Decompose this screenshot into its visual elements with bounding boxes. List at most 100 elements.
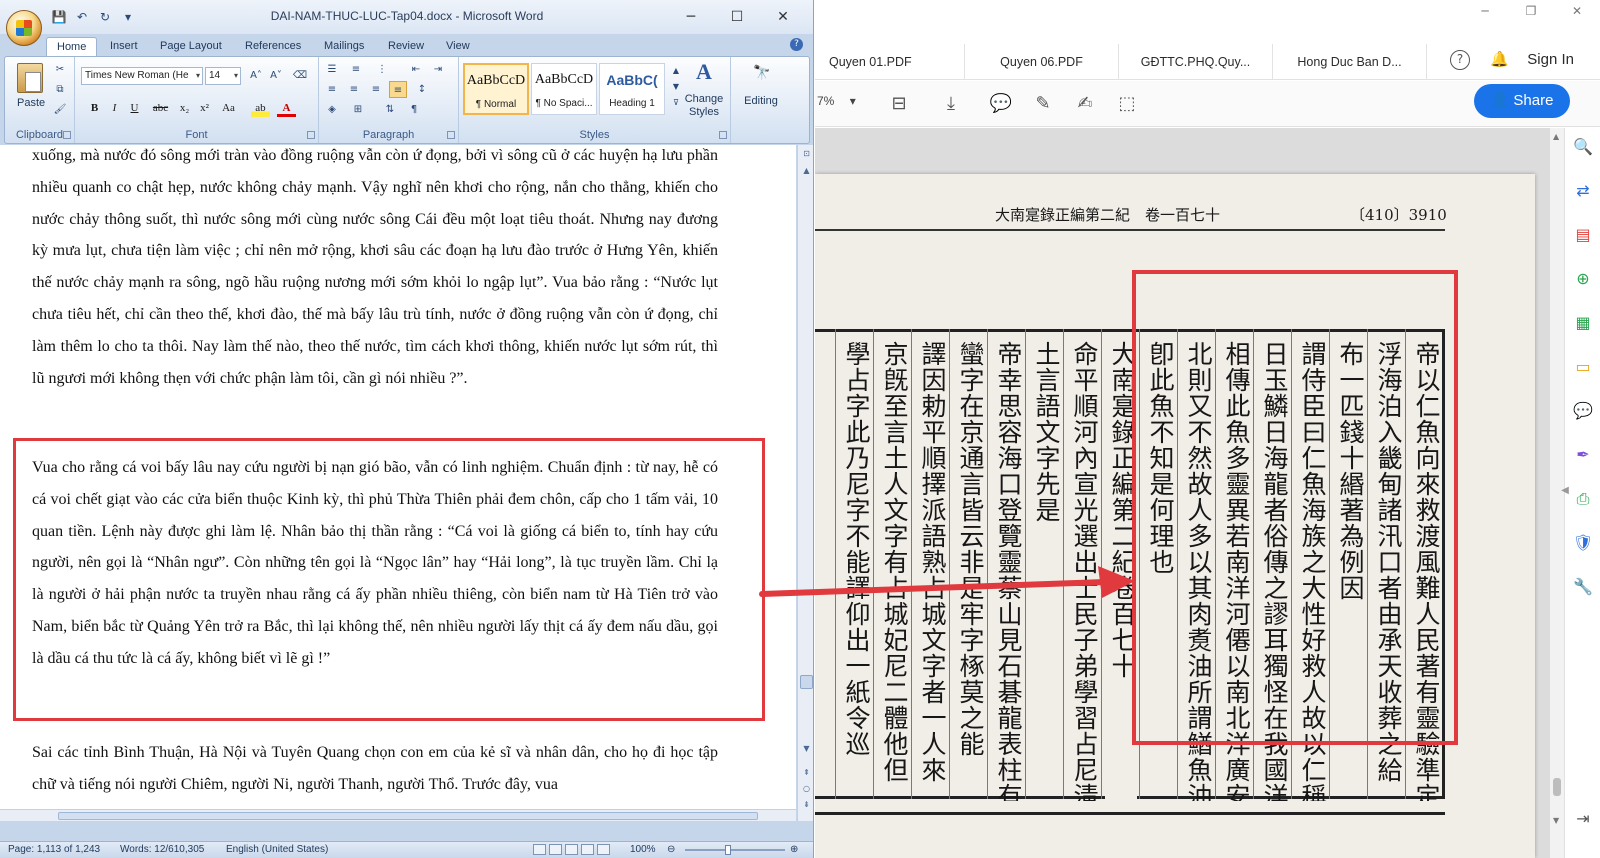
change-styles-icon[interactable]: A xyxy=(691,61,717,89)
scroll-thumb[interactable] xyxy=(58,812,758,820)
underline-icon[interactable]: U xyxy=(125,99,144,117)
align-right-icon[interactable]: ≡ xyxy=(367,81,385,98)
draw-icon[interactable]: ✍ xyxy=(1073,92,1097,116)
doc-tab[interactable]: Quyen 06.PDF xyxy=(965,44,1119,80)
style-no-spacing[interactable]: AaBbCcD ¶ No Spaci... xyxy=(531,63,597,115)
help-icon[interactable]: ? xyxy=(790,38,803,51)
show-hide-icon[interactable]: ¶ xyxy=(405,101,423,118)
zoom-level[interactable]: 100% xyxy=(630,844,656,855)
doc-tab[interactable]: Quyen 01.PDF xyxy=(815,44,965,80)
export-pdf-icon[interactable]: ⇄ xyxy=(1572,180,1594,202)
scroll-thumb[interactable] xyxy=(1553,778,1561,796)
outline-icon[interactable] xyxy=(581,844,594,855)
scroll-down-icon[interactable]: ▼ xyxy=(801,743,812,754)
close-icon[interactable]: ✕ xyxy=(760,4,806,30)
change-case-icon[interactable]: Aa xyxy=(219,99,238,117)
more-tools-icon[interactable]: 🔧 xyxy=(1572,576,1594,598)
page-count[interactable]: Page: 1,113 of 1,243 xyxy=(8,844,100,855)
style-normal[interactable]: AaBbCcD ¶ Normal xyxy=(463,63,529,115)
fit-page-icon[interactable]: ⊟ xyxy=(887,92,911,116)
sign-in-button[interactable]: Sign In xyxy=(1527,51,1574,68)
zoom-field[interactable]: 7% ▾ xyxy=(817,94,856,108)
cut-icon[interactable]: ✂ xyxy=(51,61,69,78)
download-icon[interactable]: ⤓ xyxy=(939,92,963,116)
borders-icon[interactable]: ⊞ xyxy=(349,101,367,118)
share-button[interactable]: 👤 Share xyxy=(1474,84,1570,118)
editing-button[interactable]: Editing xyxy=(735,95,787,108)
bell-icon[interactable]: 🔔 xyxy=(1490,50,1509,70)
fill-sign-icon[interactable]: ✒ xyxy=(1572,444,1594,466)
edit-pdf-icon[interactable]: ▦ xyxy=(1572,312,1594,334)
protect-icon[interactable]: 🛡 xyxy=(1572,532,1594,554)
combine-files-icon[interactable]: ▭ xyxy=(1572,356,1594,378)
zoom-slider[interactable] xyxy=(685,845,785,855)
full-screen-reading-icon[interactable] xyxy=(549,844,562,855)
grow-font-icon[interactable]: A˄ xyxy=(247,67,265,84)
tab-page-layout[interactable]: Page Layout xyxy=(150,37,232,56)
bold-icon[interactable]: B xyxy=(85,99,104,117)
zoom-out-icon[interactable]: ⊖ xyxy=(667,844,675,855)
font-size-dropdown[interactable]: 14 ▾ xyxy=(205,67,241,85)
next-page-icon[interactable]: ⇟ xyxy=(801,799,812,810)
comment-icon[interactable]: 💬 xyxy=(989,92,1013,116)
zoom-in-icon[interactable]: ⊕ xyxy=(790,844,798,855)
office-button[interactable] xyxy=(6,10,42,46)
organize-pages-icon[interactable]: ▤ xyxy=(1572,224,1594,246)
increase-indent-icon[interactable]: ⇥ xyxy=(429,61,447,78)
clear-formatting-icon[interactable]: ⌫ xyxy=(291,67,309,84)
line-spacing-icon[interactable]: ↕ xyxy=(413,81,431,98)
language-indicator[interactable]: English (United States) xyxy=(226,844,328,855)
minimize-icon[interactable]: ─ xyxy=(1462,0,1508,22)
strikethrough-icon[interactable]: abc xyxy=(151,99,170,117)
multilevel-list-icon[interactable]: ⋮ xyxy=(373,61,391,78)
superscript-icon[interactable]: x² xyxy=(195,99,214,117)
tab-mailings[interactable]: Mailings xyxy=(314,37,374,56)
paste-button[interactable]: Paste xyxy=(17,97,45,109)
font-color-icon[interactable]: A xyxy=(277,99,296,117)
collapse-panel-icon[interactable]: ◀ xyxy=(1561,480,1569,502)
scroll-up-icon[interactable]: ▲ xyxy=(1553,132,1559,141)
style-heading-1[interactable]: AaBbC( Heading 1 xyxy=(599,63,665,115)
restore-icon[interactable]: ❐ xyxy=(1508,0,1554,22)
align-center-icon[interactable]: ≡ xyxy=(345,81,363,98)
paragraph-launcher-icon[interactable] xyxy=(447,131,455,139)
italic-icon[interactable]: I xyxy=(105,99,124,117)
ruler-toggle-icon[interactable]: ⊡ xyxy=(801,148,812,159)
print-layout-icon[interactable] xyxy=(533,844,546,855)
document-area[interactable]: xuống, mà nước đó sông mới tràn vào đồng… xyxy=(0,145,796,809)
previous-page-icon[interactable]: ⇞ xyxy=(801,767,812,778)
horizontal-scrollbar[interactable] xyxy=(0,809,796,821)
print-production-icon[interactable]: ⎙ xyxy=(1572,488,1594,510)
justify-icon[interactable]: ≡ xyxy=(389,81,407,98)
align-left-icon[interactable]: ≡ xyxy=(323,81,341,98)
scroll-down-icon[interactable]: ▼ xyxy=(1553,816,1559,825)
minimize-icon[interactable]: ─ xyxy=(668,4,714,30)
shading-icon[interactable]: ◈ xyxy=(323,101,341,118)
bullets-icon[interactable]: ☰ xyxy=(323,61,341,78)
numbering-icon[interactable]: ≡ xyxy=(347,61,365,78)
font-name-dropdown[interactable]: Times New Roman (He ▾ xyxy=(81,67,203,85)
web-layout-icon[interactable] xyxy=(565,844,578,855)
copy-icon[interactable]: ⧉ xyxy=(51,81,69,98)
tab-references[interactable]: References xyxy=(235,37,311,56)
vertical-scrollbar[interactable]: ⊡ ▲ ▼ ⇞ ○ ⇟ xyxy=(797,145,813,821)
sort-icon[interactable]: ⇅ xyxy=(381,101,399,118)
styles-launcher-icon[interactable] xyxy=(719,131,727,139)
font-launcher-icon[interactable] xyxy=(307,131,315,139)
change-styles-button[interactable]: Change Styles xyxy=(681,93,727,119)
doc-tab[interactable]: Hong Duc Ban D... xyxy=(1273,44,1427,80)
highlight-icon[interactable]: ab xyxy=(251,99,270,117)
expand-panel-icon[interactable]: ⇥ xyxy=(1572,808,1594,830)
close-icon[interactable]: ✕ xyxy=(1554,0,1600,22)
format-painter-icon[interactable]: 🖌 xyxy=(51,101,69,118)
decrease-indent-icon[interactable]: ⇤ xyxy=(407,61,425,78)
highlight-pen-icon[interactable]: ✎ xyxy=(1031,92,1055,116)
tab-insert[interactable]: Insert xyxy=(100,37,148,56)
tab-home[interactable]: Home xyxy=(46,37,98,56)
subscript-icon[interactable]: x₂ xyxy=(175,99,194,117)
select-browse-object-icon[interactable]: ○ xyxy=(801,783,812,794)
scroll-up-icon[interactable]: ▲ xyxy=(801,165,812,176)
select-tool-icon[interactable]: ⬚ xyxy=(1115,92,1139,116)
pdf-canvas[interactable]: 大南寔錄正編第二紀 卷一百七十 〔410〕3910 帝以仁魚向來救渡風難人民著有… xyxy=(815,128,1550,858)
word-count[interactable]: Words: 12/610,305 xyxy=(120,844,204,855)
